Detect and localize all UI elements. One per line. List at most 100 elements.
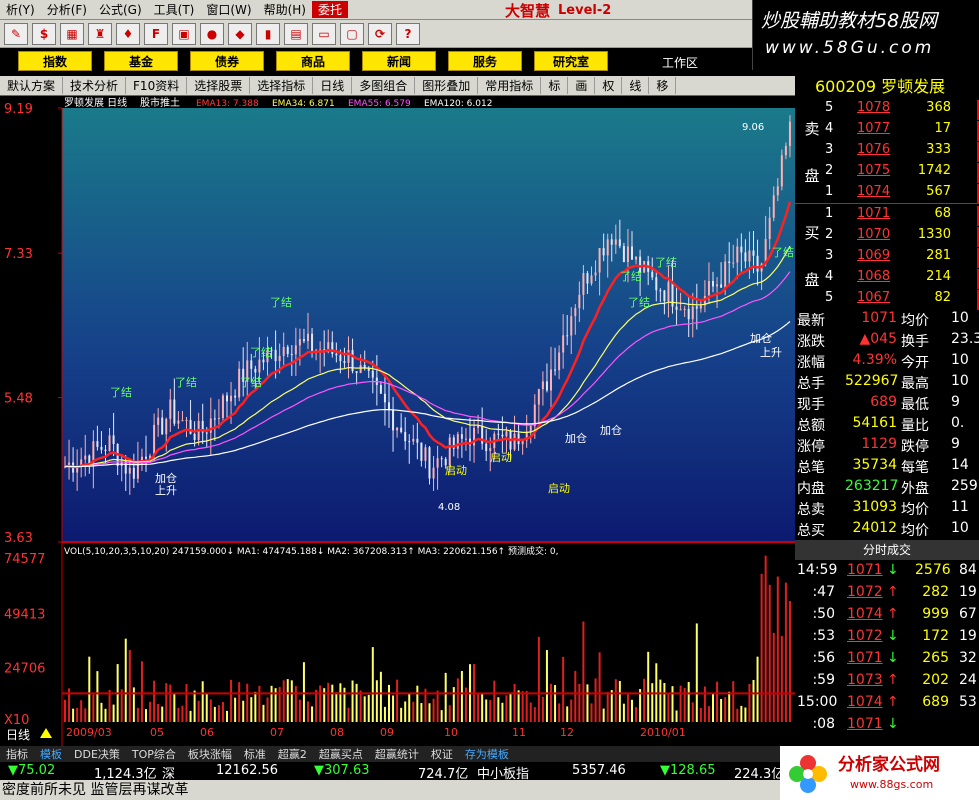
nav-news-button[interactable]: 新闻 [362, 51, 436, 71]
candle-body [258, 359, 261, 373]
sell-level-row[interactable]: 1 1074 567 [825, 184, 979, 205]
sell-level-row[interactable]: 2 1075 1742 [825, 163, 979, 184]
nav-index-button[interactable]: 指数 [18, 51, 92, 71]
stat-value: 1129 [861, 436, 897, 452]
level-bar [959, 100, 979, 120]
volume-bar [242, 700, 245, 722]
stat-value: 31093 [852, 499, 897, 515]
window-icon[interactable]: ▢ [340, 22, 364, 45]
line-button[interactable]: 线 [622, 77, 650, 94]
tab-dde[interactable]: DDE决策 [68, 746, 126, 762]
nav-fund-button[interactable]: 基金 [104, 51, 178, 71]
menu-item-help[interactable]: 帮助(H) [258, 1, 312, 18]
menu-item-tools[interactable]: 工具(T) [148, 1, 201, 18]
select-indicator-button[interactable]: 选择指标 [250, 77, 314, 94]
vertical-icon[interactable]: ▮ [256, 22, 280, 45]
volume-bar [327, 682, 330, 722]
stat-key: 内盘 [797, 481, 825, 497]
map-icon[interactable]: ▣ [172, 22, 196, 45]
move-button[interactable]: 移 [649, 77, 677, 94]
sell-level-row[interactable]: 5 1078 368 [825, 100, 979, 121]
f10-button[interactable]: F10资料 [126, 77, 188, 94]
stat-key-2: 均价 [901, 502, 929, 518]
sync-icon[interactable]: ⟳ [368, 22, 392, 45]
trade-price: 1072 [847, 584, 883, 600]
buy-level-row[interactable]: 2 1070 1330 [825, 227, 979, 248]
signal-label: 加仓 [600, 423, 622, 437]
index-ticker: ▼75.02 1,124.3亿 深 12162.56 ▼307.63 724.7… [0, 762, 810, 782]
dollar-icon[interactable]: $ [32, 22, 56, 45]
volume-bar [728, 691, 731, 722]
tab-template[interactable]: 模板 [34, 746, 68, 762]
period-selector[interactable]: 日线 [313, 77, 353, 94]
workzone-label[interactable]: 工作区 [662, 54, 698, 71]
nav-bond-button[interactable]: 债券 [190, 51, 264, 71]
buy-level-row[interactable]: 3 1069 281 [825, 248, 979, 269]
candle-body [165, 418, 168, 435]
tab-warrant[interactable]: 权证 [425, 746, 459, 762]
news-ticker[interactable]: 密度前所未见 监管层再谋改革 [0, 780, 810, 800]
signal-label: 了结 [250, 346, 272, 359]
sell-level-row[interactable]: 3 1076 333 [825, 142, 979, 163]
tab-stats[interactable]: 超赢统计 [369, 746, 425, 762]
buy-level-row[interactable]: 5 1067 82 [825, 290, 979, 311]
diamond-icon[interactable]: ◆ [228, 22, 252, 45]
volume-bar [485, 699, 488, 722]
draw-button[interactable]: 画 [568, 77, 596, 94]
volume-bar [695, 623, 698, 722]
candle-body [448, 437, 451, 466]
overlay-button[interactable]: 图形叠加 [415, 77, 479, 94]
trade-volume: 202 [922, 672, 949, 688]
tech-analysis-selector[interactable]: 技术分析 [63, 77, 127, 94]
f10-icon[interactable]: F [144, 22, 168, 45]
tab-buy-point[interactable]: 超赢买点 [313, 746, 369, 762]
tab-sector[interactable]: 板块涨幅 [182, 746, 238, 762]
candle-body [205, 432, 208, 434]
signal-label: 了结 [240, 376, 262, 389]
pencil-icon[interactable]: ✎ [4, 22, 28, 45]
volume-bar [744, 707, 747, 722]
volume-bar [270, 685, 273, 722]
nav-research-button[interactable]: 研究室 [534, 51, 608, 71]
candle-body [416, 438, 419, 443]
monitor-icon[interactable]: ▭ [312, 22, 336, 45]
multi-chart-selector[interactable]: 多图组合 [352, 77, 416, 94]
menu-item-analysis[interactable]: 分析(F) [41, 1, 93, 18]
trade-price: 1071 [847, 562, 883, 578]
volume-bar [671, 686, 674, 722]
buy-level-row[interactable]: 1 1071 68 [825, 206, 979, 227]
tab-chaoying2[interactable]: 超赢2 [272, 746, 313, 762]
sell-level-row[interactable]: 4 1077 17 [825, 121, 979, 142]
circle-icon[interactable]: ● [200, 22, 224, 45]
flag-icon[interactable]: ▦ [60, 22, 84, 45]
menu-item-analysis-y[interactable]: 析(Y) [0, 1, 41, 18]
menu-item-trade[interactable]: 委托 [311, 1, 348, 18]
scheme-selector[interactable]: 默认方案 [0, 77, 64, 94]
tab-indicator[interactable]: 指标 [0, 746, 34, 762]
select-stock-button[interactable]: 选择股票 [187, 77, 251, 94]
tab-save-template[interactable]: 存为模板 [459, 746, 515, 762]
volume-bar [169, 684, 172, 722]
kline-chart[interactable]: 罗顿发展 日线 股市推土 EMA13: 7.388 EMA34: 6.871 EMA55… [0, 96, 795, 746]
tab-top[interactable]: TOP综合 [126, 746, 182, 762]
rights-button[interactable]: 权 [595, 77, 623, 94]
candle-body [505, 431, 508, 437]
chart-svg[interactable]: 罗顿发展 日线 股市推土 EMA13: 7.388 EMA34: 6.871 EMA55… [0, 96, 795, 746]
help-icon[interactable]: ? [396, 22, 420, 45]
volume-bar [226, 710, 228, 722]
nav-commodity-button[interactable]: 商品 [276, 51, 350, 71]
volume-bar [772, 632, 775, 722]
tab-standard[interactable]: 标准 [238, 746, 272, 762]
gift-icon[interactable]: ♦ [116, 22, 140, 45]
common-indicator-selector[interactable]: 常用指标 [478, 77, 542, 94]
menu-item-window[interactable]: 窗口(W) [200, 1, 257, 18]
buy-level-row[interactable]: 4 1068 214 [825, 269, 979, 290]
nav-service-button[interactable]: 服务 [448, 51, 522, 71]
level-qty: 1742 [917, 163, 951, 178]
menu-item-formula[interactable]: 公式(G) [93, 1, 148, 18]
chart-icon[interactable]: ▤ [284, 22, 308, 45]
candle-body [432, 467, 435, 479]
volume-bar [400, 707, 403, 722]
mark-button[interactable]: 标 [541, 77, 569, 94]
binoculars-icon[interactable]: ♜ [88, 22, 112, 45]
